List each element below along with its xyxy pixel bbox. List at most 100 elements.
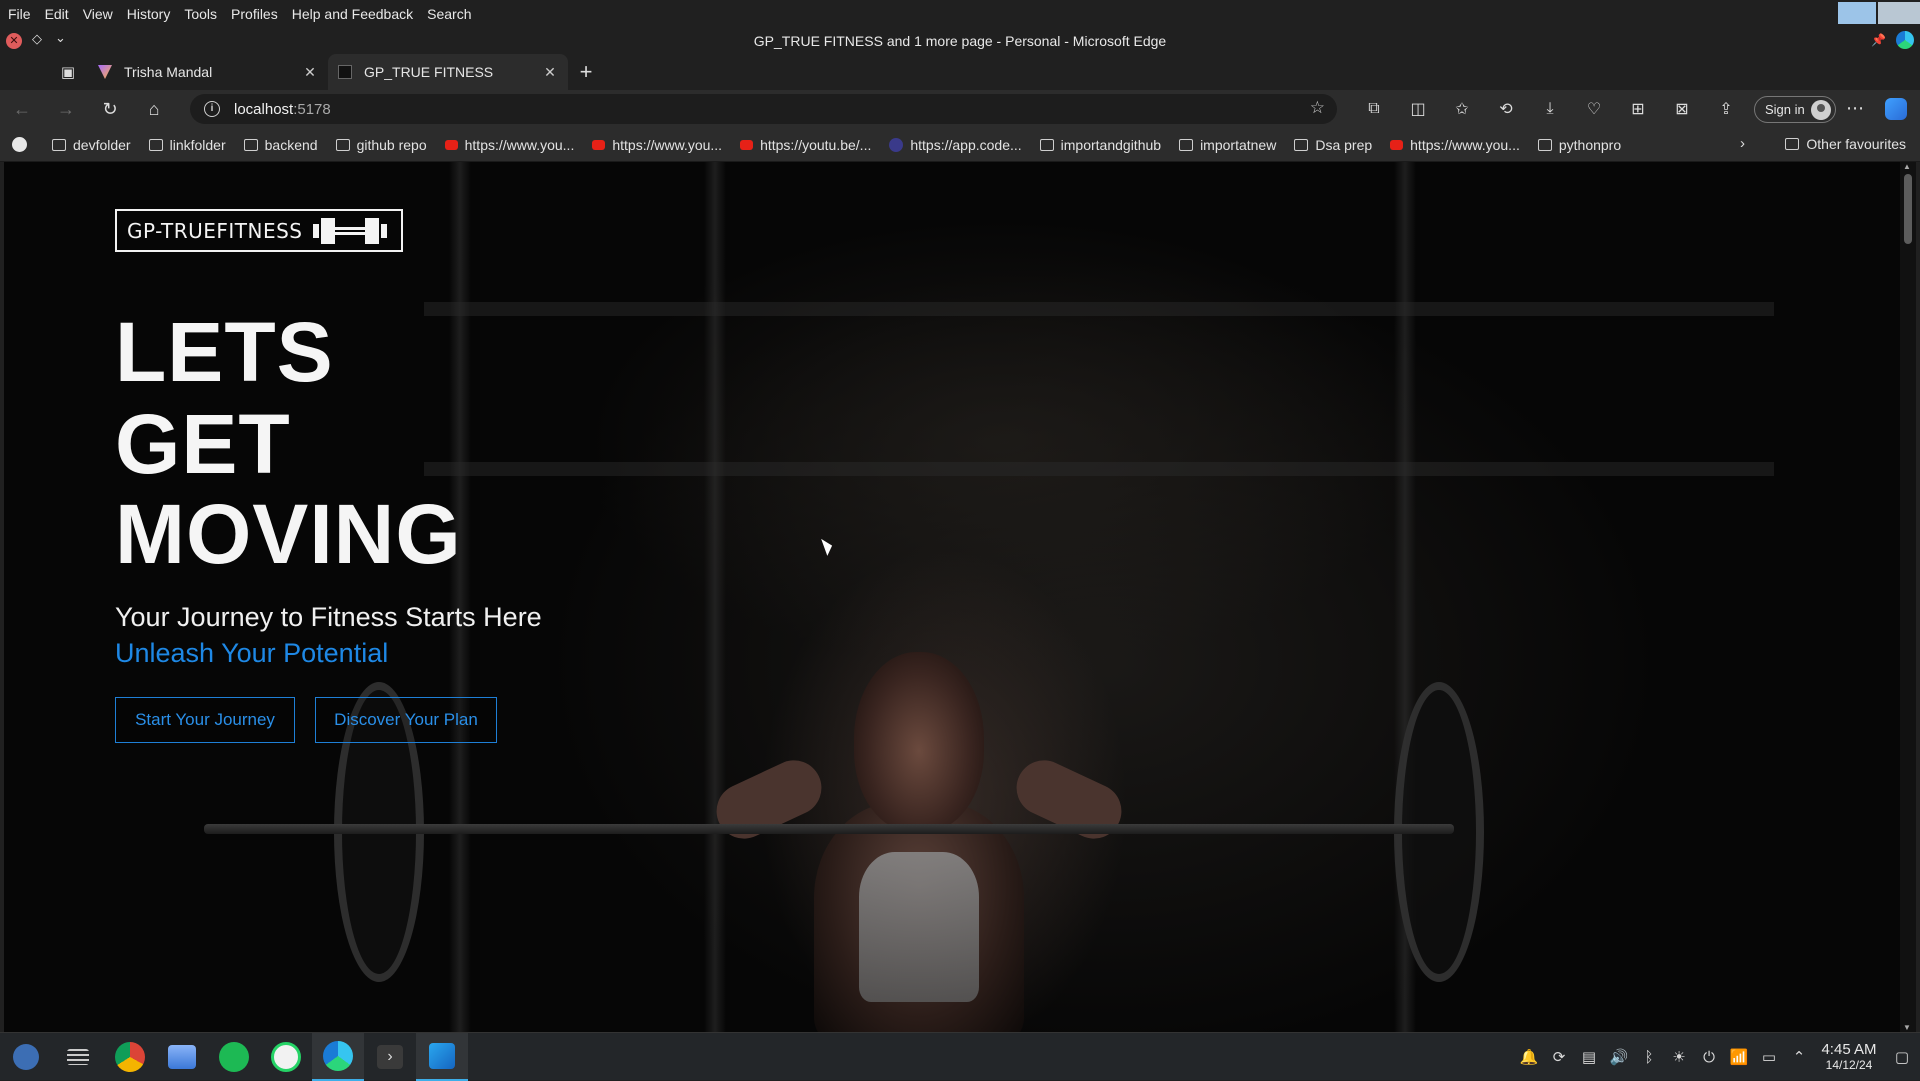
volume-icon[interactable]: 🔊: [1604, 1048, 1634, 1066]
menu-edit[interactable]: Edit: [38, 6, 76, 22]
bookmark-github[interactable]: [0, 137, 43, 152]
clipboard-icon[interactable]: ▤: [1574, 1048, 1604, 1066]
dumbbell-icon: [312, 217, 387, 244]
tab-close-icon[interactable]: ✕: [302, 64, 318, 81]
clock[interactable]: 4:45 AM 14/12/24: [1814, 1042, 1884, 1072]
window-tile-button[interactable]: [1838, 2, 1876, 24]
browser-essentials-icon[interactable]: ♡: [1572, 99, 1616, 119]
bookmark-item[interactable]: importandgithub: [1031, 137, 1170, 153]
start-journey-button[interactable]: Start Your Journey: [115, 697, 295, 743]
tab-close-icon[interactable]: ✕: [542, 64, 558, 81]
window-title: GP_TRUE FITNESS and 1 more page - Person…: [753, 32, 1167, 49]
screenshot-icon[interactable]: ⊠: [1660, 99, 1704, 119]
edge-icon[interactable]: [312, 1032, 364, 1081]
athlete-head: [854, 652, 984, 832]
bookmark-item[interactable]: linkfolder: [140, 137, 235, 153]
bookmarks-overflow-chevron-icon[interactable]: ›: [1740, 135, 1745, 152]
bookmark-item[interactable]: Dsa prep: [1285, 137, 1381, 153]
split-screen-icon[interactable]: ◫: [1396, 99, 1440, 119]
bookmark-label: github repo: [356, 136, 427, 153]
folder-icon: [1785, 138, 1800, 150]
scroll-up-icon[interactable]: ▲: [1903, 162, 1911, 171]
bookmark-item[interactable]: pythonpro: [1529, 137, 1630, 153]
menu-search[interactable]: Search: [420, 6, 478, 22]
battery-icon[interactable]: ▭: [1754, 1048, 1784, 1066]
bookmark-item[interactable]: https://youtu.be/...: [731, 137, 880, 153]
scroll-down-icon[interactable]: ▼: [1903, 1023, 1911, 1032]
tray-expand-chevron-icon[interactable]: ⌃: [1784, 1048, 1814, 1066]
home-icon[interactable]: ⌂: [132, 90, 176, 128]
refresh-icon[interactable]: ↻: [88, 90, 132, 128]
other-favourites[interactable]: Other favourites: [1785, 136, 1906, 152]
show-desktop-icon[interactable]: ▢: [1884, 1048, 1920, 1066]
bluetooth-icon[interactable]: ᛒ: [1634, 1049, 1664, 1066]
bookmark-item[interactable]: importatnew: [1170, 137, 1285, 153]
menu-history[interactable]: History: [120, 6, 178, 22]
wifi-icon[interactable]: 📶: [1724, 1048, 1754, 1066]
vscode-icon[interactable]: [416, 1032, 468, 1081]
brightness-icon[interactable]: ☀: [1664, 1048, 1694, 1066]
fedora-launcher-icon[interactable]: [0, 1033, 52, 1081]
bookmark-item[interactable]: https://www.you...: [436, 137, 584, 153]
address-bar[interactable]: i localhost:5178 ☆: [190, 94, 1337, 124]
favorites-icon[interactable]: ✩: [1440, 99, 1484, 119]
scrollbar-thumb[interactable]: [1904, 174, 1912, 244]
spotify-icon[interactable]: [208, 1033, 260, 1081]
history-icon[interactable]: ⟲: [1484, 99, 1528, 119]
favorite-star-icon[interactable]: ☆: [1310, 98, 1325, 118]
youtube-icon: [740, 139, 754, 150]
titlebar-right-icons: 📌: [1871, 31, 1914, 49]
bookmark-item[interactable]: https://www.you...: [583, 137, 731, 153]
power-icon[interactable]: ⏻: [1694, 1049, 1724, 1066]
menu-help[interactable]: Help and Feedback: [285, 6, 420, 22]
youtube-icon: [444, 139, 458, 150]
notifications-icon[interactable]: 🔔: [1514, 1048, 1544, 1066]
site-logo[interactable]: GP-TRUEFITNESS: [115, 209, 403, 252]
bookmark-item[interactable]: github repo: [327, 137, 436, 153]
files-icon[interactable]: [156, 1033, 208, 1081]
window-menu-chevron-icon[interactable]: ⌄: [55, 30, 66, 46]
window-tile-button-2[interactable]: [1878, 2, 1920, 24]
window-close-icon[interactable]: ✕: [6, 33, 22, 49]
tab-label: GP_TRUE FITNESS: [364, 64, 494, 80]
vite-favicon-icon: [98, 65, 112, 79]
update-icon[interactable]: ⟳: [1544, 1048, 1574, 1066]
site-info-icon[interactable]: i: [204, 101, 220, 117]
tab-gp-true-fitness[interactable]: GP_TRUE FITNESS ✕: [328, 54, 568, 90]
chrome-icon[interactable]: [104, 1033, 156, 1081]
collections-icon[interactable]: ⊞: [1616, 99, 1660, 119]
menu-file[interactable]: File: [0, 6, 38, 22]
pin-icon[interactable]: 📌: [1871, 33, 1886, 47]
hero-tagline: Your Journey to Fitness Starts Here: [115, 602, 542, 632]
bookmark-item[interactable]: devfolder: [43, 137, 140, 153]
task-manager-icon[interactable]: [52, 1033, 104, 1081]
bookmark-item[interactable]: https://app.code...: [880, 137, 1030, 153]
menu-view[interactable]: View: [76, 6, 120, 22]
discover-plan-button[interactable]: Discover Your Plan: [315, 697, 497, 743]
downloads-icon[interactable]: ⤓: [1528, 100, 1572, 118]
logo-text: GP-TRUEFITNESS: [127, 218, 303, 243]
new-tab-icon[interactable]: +: [568, 54, 604, 90]
extensions-icon[interactable]: ⧉: [1352, 100, 1396, 118]
menu-profiles[interactable]: Profiles: [224, 6, 285, 22]
copilot-icon[interactable]: [1885, 98, 1907, 120]
sign-in-button[interactable]: Sign in: [1754, 96, 1836, 123]
bookmark-label: backend: [264, 136, 318, 153]
forward-icon[interactable]: →: [44, 90, 88, 128]
folder-icon: [1537, 138, 1552, 151]
tab-strip: ▣ Trisha Mandal ✕ GP_TRUE FITNESS ✕ +: [0, 54, 1920, 90]
back-icon[interactable]: ←: [0, 90, 44, 128]
menu-tools[interactable]: Tools: [177, 6, 224, 22]
keep-above-icon[interactable]: ◇: [32, 31, 42, 47]
whatsapp-icon[interactable]: [260, 1033, 312, 1081]
share-icon[interactable]: ⇪: [1704, 99, 1748, 119]
tab-trisha-mandal[interactable]: Trisha Mandal ✕: [88, 54, 328, 90]
bookmark-item[interactable]: https://www.you...: [1381, 137, 1529, 153]
page-scrollbar[interactable]: ▲ ▼: [1900, 162, 1916, 1032]
tab-actions-icon[interactable]: ▣: [48, 54, 88, 90]
terminal-icon[interactable]: ›: [364, 1033, 416, 1081]
more-options-icon[interactable]: ⋯: [1846, 98, 1864, 119]
barbell: [204, 824, 1454, 834]
bookmark-item[interactable]: backend: [235, 137, 327, 153]
bookmark-label: pythonpro: [1558, 136, 1622, 153]
